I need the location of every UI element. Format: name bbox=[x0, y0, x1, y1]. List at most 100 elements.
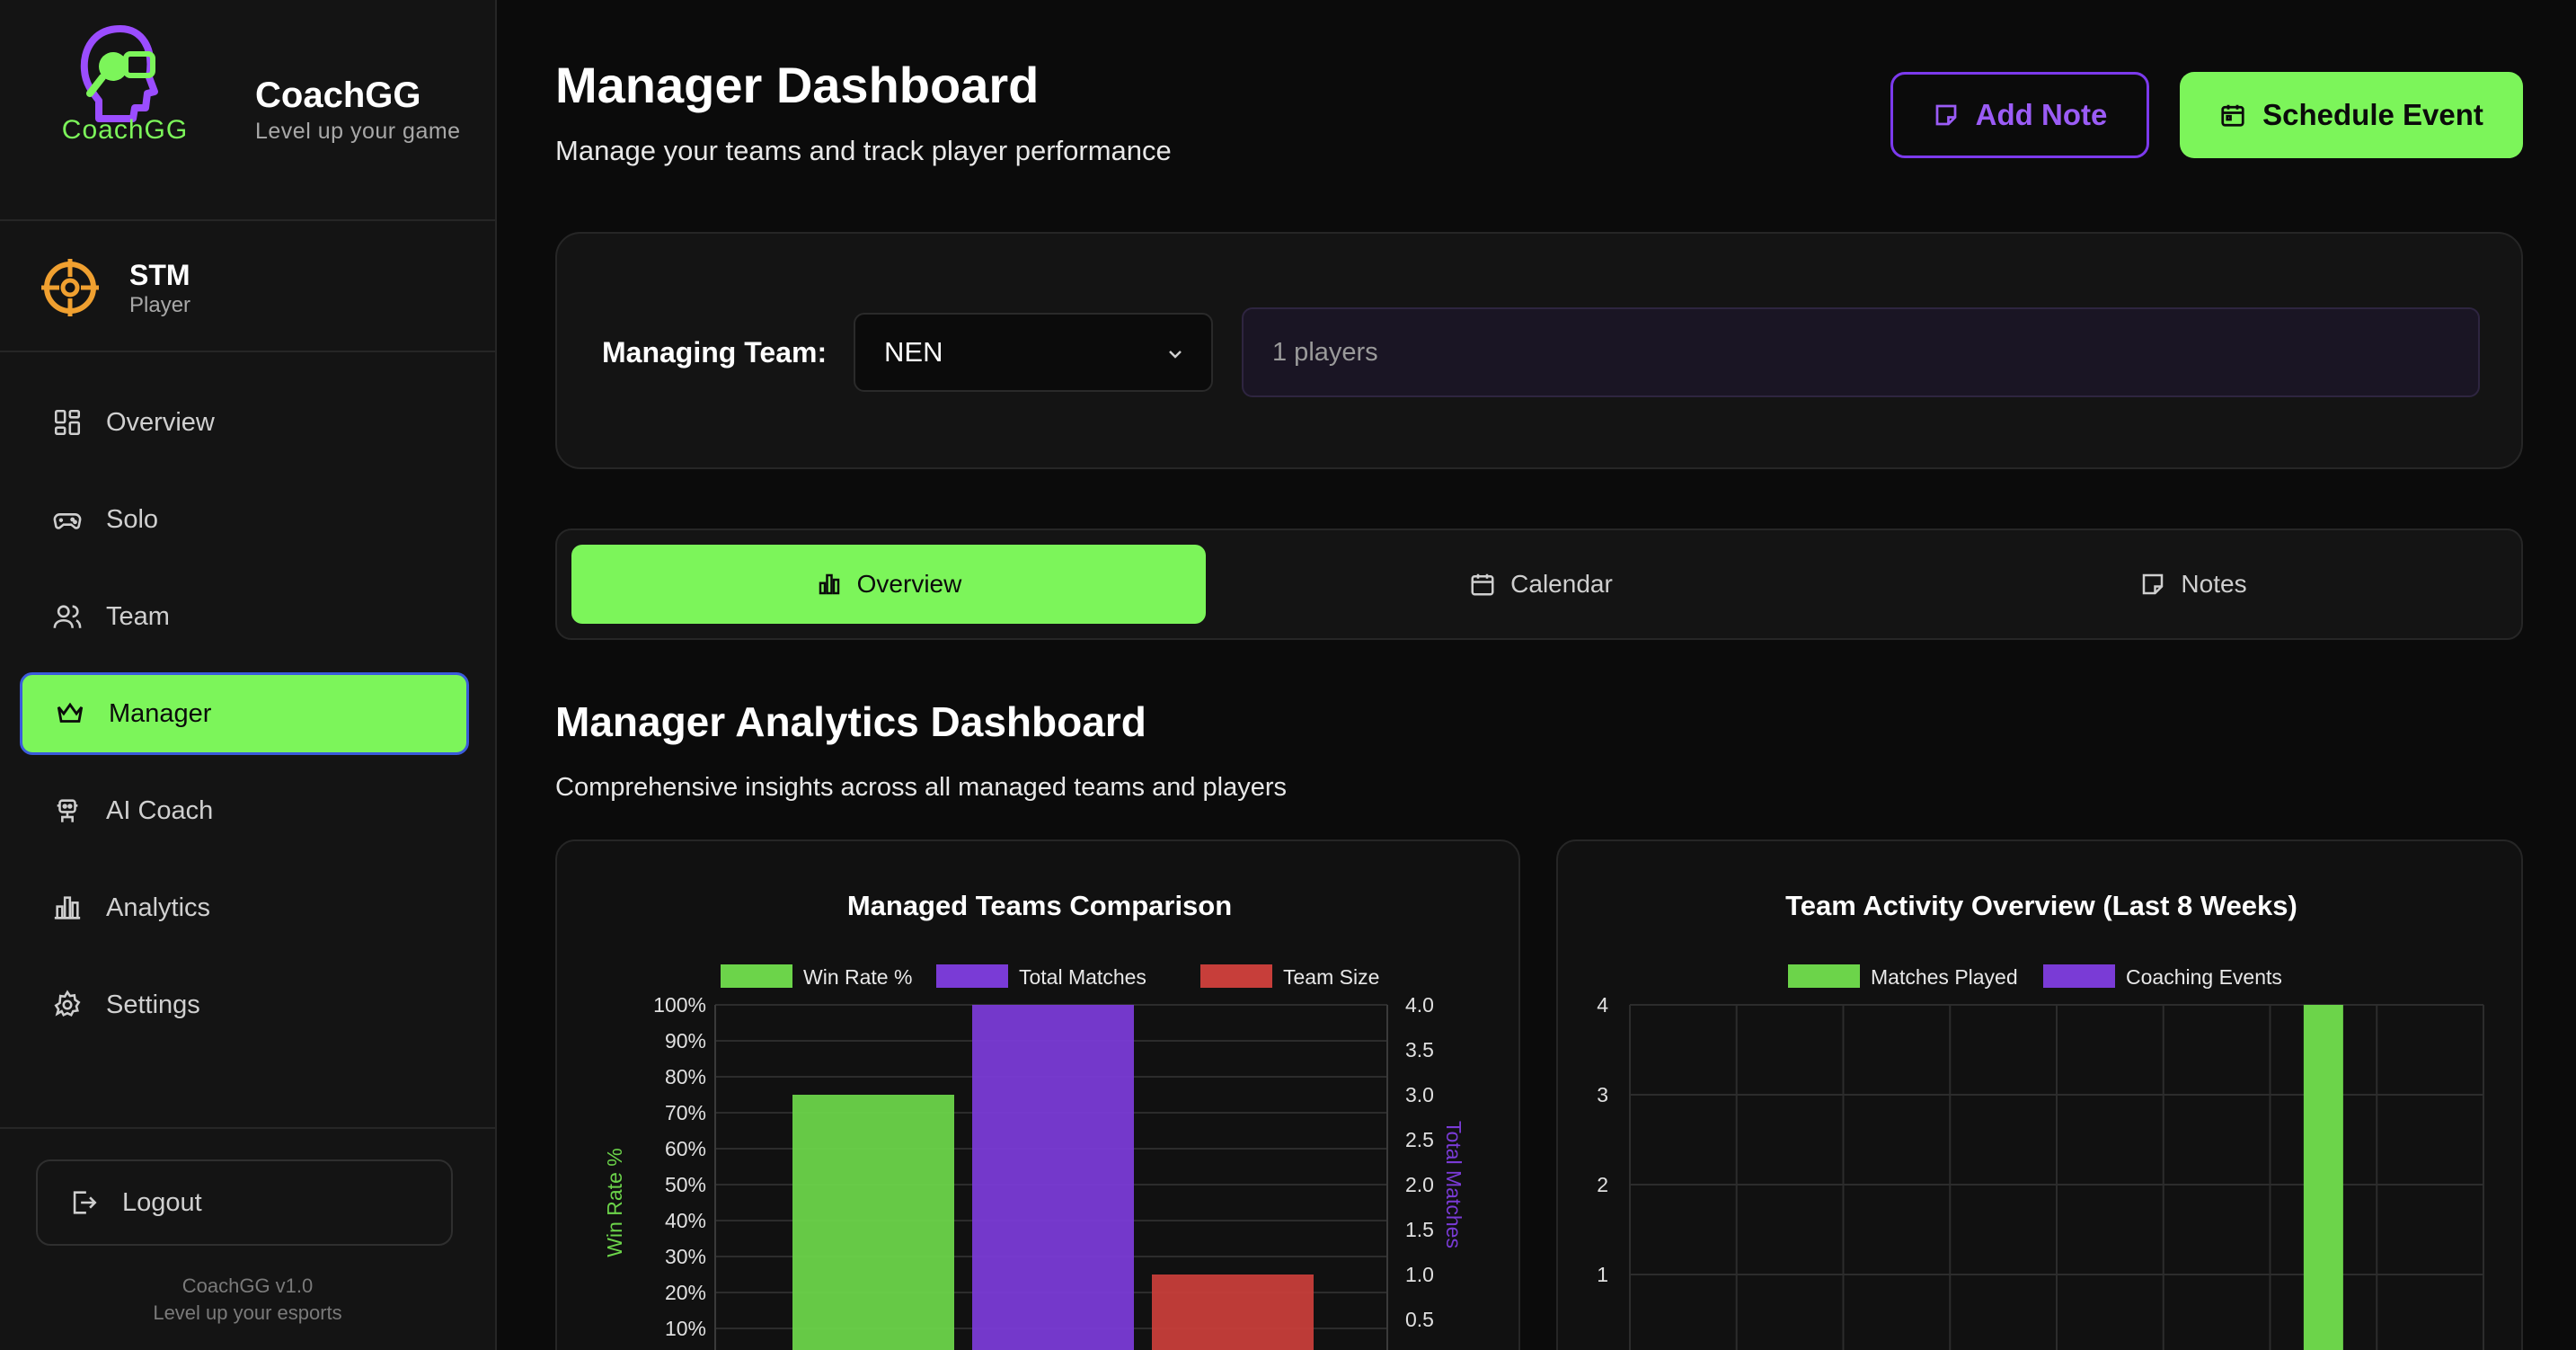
bar-team-size bbox=[1152, 1275, 1314, 1350]
y-right-tick-label: 2.5 bbox=[1405, 1128, 1434, 1151]
logout-button[interactable]: Logout bbox=[36, 1159, 453, 1246]
schedule-event-button[interactable]: Schedule Event bbox=[2180, 72, 2523, 158]
brand-tagline: Level up your game bbox=[255, 119, 461, 144]
gamepad-icon bbox=[53, 513, 82, 529]
tab-label: Overview bbox=[856, 570, 962, 598]
sidebar-item-ai-coach[interactable]: AI Coach bbox=[20, 769, 469, 852]
bar-chart-icon bbox=[54, 896, 81, 919]
sidebar-item-overview[interactable]: Overview bbox=[20, 381, 469, 464]
bar-total-matches bbox=[972, 1005, 1134, 1350]
version-info: CoachGG v1.0 Level up your esports bbox=[0, 1273, 495, 1327]
add-note-button[interactable]: Add Note bbox=[1890, 72, 2149, 158]
schedule-event-label: Schedule Event bbox=[2262, 98, 2483, 131]
sidebar-item-label: Solo bbox=[106, 504, 159, 534]
crown-icon bbox=[57, 702, 84, 723]
sidebar: CoachGG CoachGG Level up your game STM P… bbox=[0, 0, 497, 1350]
chart-title: Managed Teams Comparison bbox=[847, 890, 1232, 921]
y-right-tick-label: 1.0 bbox=[1405, 1263, 1434, 1286]
sidebar-footer: Logout CoachGG v1.0 Level up your esport… bbox=[0, 1127, 495, 1350]
y-left-axis-label: Win Rate % bbox=[603, 1148, 626, 1257]
sidebar-item-label: Manager bbox=[109, 698, 212, 728]
calendar-icon bbox=[1471, 573, 1494, 596]
managed-teams-chart-card: Managed Teams Comparison Win Rate % Total … bbox=[555, 839, 1520, 1350]
tab-label: Notes bbox=[2181, 570, 2247, 598]
managed-teams-chart: Managed Teams Comparison Win Rate % Total … bbox=[603, 890, 1465, 1350]
gear-icon bbox=[54, 990, 81, 1017]
sidebar-item-label: AI Coach bbox=[106, 795, 214, 825]
y-left-tick-label: 80% bbox=[665, 1065, 706, 1088]
dashboard-grid-icon bbox=[54, 409, 81, 436]
team-activity-chart-card: Team Activity Overview (Last 8 Weeks) Mat… bbox=[1556, 839, 2523, 1350]
bar-matches-played bbox=[2303, 1005, 2343, 1350]
y-left-tick-label: 20% bbox=[665, 1281, 706, 1304]
brand-area: CoachGG CoachGG Level up your game bbox=[0, 0, 495, 221]
sidebar-item-settings[interactable]: Settings bbox=[20, 964, 469, 1046]
note-icon bbox=[2143, 573, 2164, 595]
sidebar-item-solo[interactable]: Solo bbox=[20, 478, 469, 561]
legend-swatch bbox=[1200, 964, 1272, 988]
tab-calendar[interactable]: Calendar bbox=[1224, 545, 1858, 624]
y-left-tick-label: 60% bbox=[665, 1137, 706, 1160]
logout-icon bbox=[73, 1191, 97, 1214]
user-role: Player bbox=[129, 293, 191, 317]
y-left-tick-label: 90% bbox=[665, 1029, 706, 1052]
note-icon bbox=[1935, 104, 1957, 126]
y-left-tick-label: 70% bbox=[665, 1101, 706, 1124]
legend-swatch bbox=[721, 964, 792, 988]
page-subtitle: Manage your teams and track player perfo… bbox=[555, 135, 1172, 166]
users-icon bbox=[53, 605, 82, 628]
dashboard-tabs: Overview Calendar Notes bbox=[555, 528, 2523, 640]
y-right-tick-label: 4.0 bbox=[1405, 993, 1434, 1017]
team-picker-label: Managing Team: bbox=[602, 336, 828, 369]
chart-title: Team Activity Overview (Last 8 Weeks) bbox=[1785, 890, 2297, 921]
logo-wordmark: CoachGG bbox=[61, 115, 189, 145]
y-left-tick-label: 10% bbox=[665, 1317, 706, 1340]
y-right-tick-label: 3.0 bbox=[1405, 1083, 1434, 1106]
y-tick-label: 3 bbox=[1597, 1083, 1608, 1106]
sidebar-item-label: Team bbox=[106, 601, 170, 631]
y-right-tick-label: 2.0 bbox=[1405, 1173, 1434, 1196]
bar-chart-icon bbox=[819, 573, 839, 595]
y-right-tick-label: 0.5 bbox=[1405, 1308, 1434, 1331]
team-select[interactable]: NEN bbox=[854, 313, 1213, 392]
legend-swatch bbox=[2043, 964, 2115, 988]
sidebar-item-label: Analytics bbox=[106, 893, 211, 922]
bar-win-rate- bbox=[792, 1095, 954, 1350]
legend-label: Total Matches bbox=[1019, 965, 1146, 989]
y-right-tick-label: 1.5 bbox=[1405, 1218, 1434, 1241]
page-title: Manager Dashboard bbox=[555, 57, 1040, 113]
sidebar-item-label: Settings bbox=[106, 990, 200, 1019]
version-tagline: Level up your esports bbox=[153, 1301, 342, 1324]
y-tick-label: 2 bbox=[1597, 1173, 1608, 1196]
legend-swatch bbox=[1788, 964, 1860, 988]
sidebar-item-team[interactable]: Team bbox=[20, 575, 469, 658]
players-count-box: 1 players bbox=[1242, 307, 2480, 397]
legend-label: Team Size bbox=[1283, 965, 1379, 989]
user-profile[interactable]: STM Player bbox=[0, 223, 495, 352]
tab-overview[interactable]: Overview bbox=[571, 545, 1206, 624]
brand-name: CoachGG bbox=[255, 75, 421, 115]
y-left-tick-label: 30% bbox=[665, 1245, 706, 1268]
sidebar-item-analytics[interactable]: Analytics bbox=[20, 866, 469, 949]
y-right-tick-label: 3.5 bbox=[1405, 1038, 1434, 1061]
chevron-down-icon bbox=[1169, 351, 1182, 359]
team-picker-card: Managing Team: NEN 1 players bbox=[555, 232, 2523, 469]
calendar-icon bbox=[2221, 104, 2244, 127]
y-right-axis-label: Total Matches bbox=[1442, 1121, 1465, 1248]
legend-label: Coaching Events bbox=[2126, 965, 2282, 989]
players-count: 1 players bbox=[1272, 337, 1378, 367]
analytics-title: Manager Analytics Dashboard bbox=[555, 698, 1146, 745]
sidebar-item-manager[interactable]: Manager bbox=[20, 672, 469, 755]
analytics-subtitle: Comprehensive insights across all manage… bbox=[555, 773, 1288, 802]
team-select-value: NEN bbox=[884, 336, 943, 368]
sidebar-item-label: Overview bbox=[106, 407, 215, 437]
legend-swatch bbox=[936, 964, 1008, 988]
legend-label: Matches Played bbox=[1871, 965, 2018, 989]
robot-icon bbox=[57, 799, 78, 822]
y-left-tick-label: 40% bbox=[665, 1209, 706, 1232]
legend-label: Win Rate % bbox=[803, 965, 912, 989]
tab-notes[interactable]: Notes bbox=[1876, 545, 2510, 624]
y-left-tick-label: 100% bbox=[653, 993, 706, 1017]
crosshair-avatar-icon bbox=[41, 259, 99, 316]
y-tick-label: 4 bbox=[1597, 993, 1608, 1017]
